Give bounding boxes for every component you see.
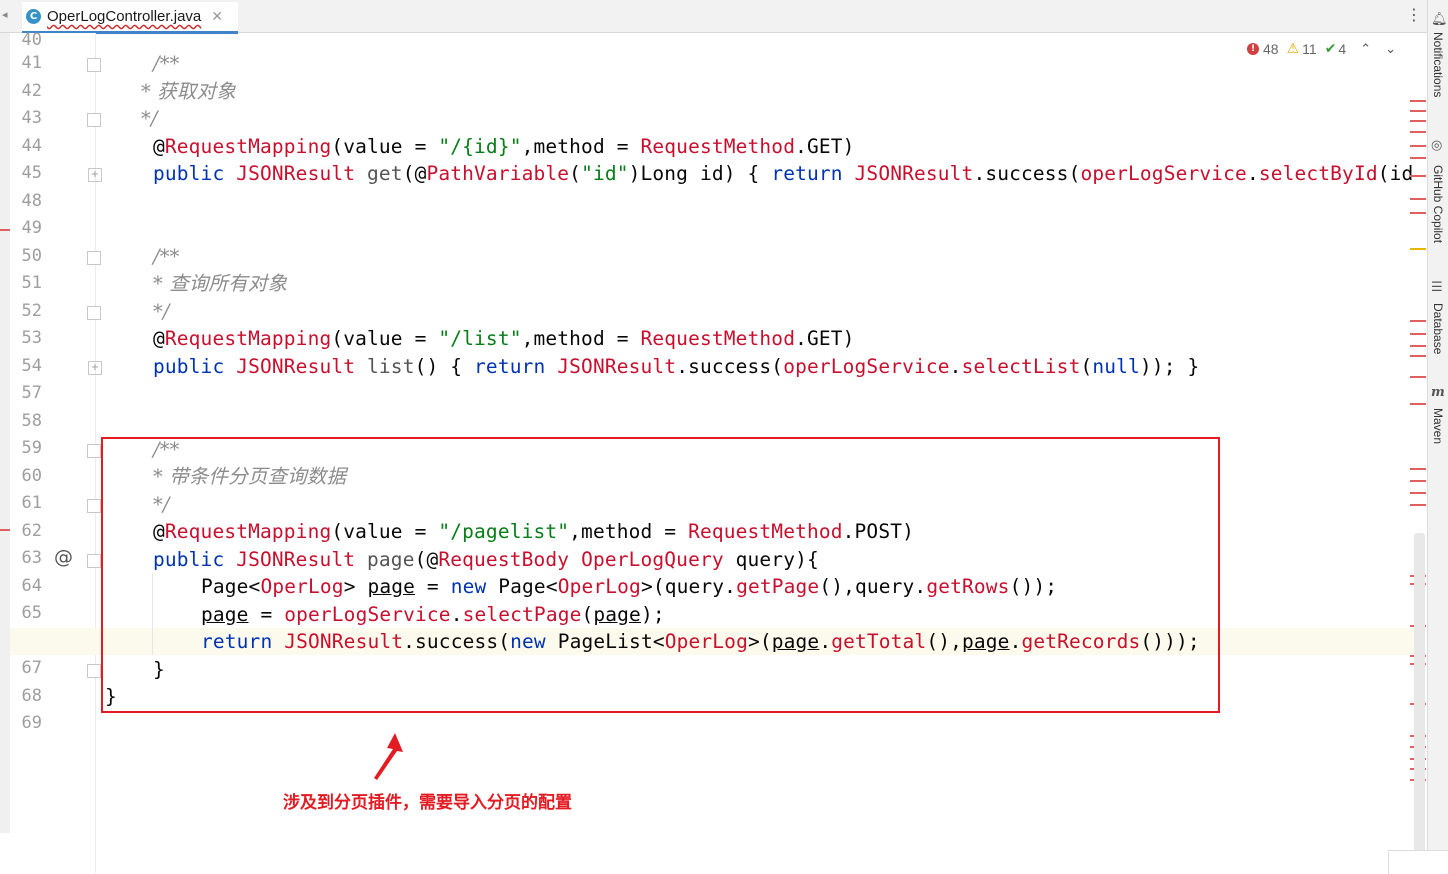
github-copilot-tool-button[interactable]: GitHub Copilot <box>1431 165 1445 243</box>
corner-panel <box>1388 850 1448 874</box>
line-number: 51 <box>21 273 42 293</box>
implements-method-icon[interactable]: @ <box>54 546 73 568</box>
line-number: 50 <box>21 246 42 266</box>
error-stripe-mark[interactable] <box>1410 468 1426 470</box>
error-stripe-mark[interactable] <box>1410 320 1426 322</box>
error-stripe-mark[interactable] <box>1410 145 1426 147</box>
annotation-text: 涉及到分页插件，需要导入分页的配置 <box>283 793 572 813</box>
warning-count: 11 <box>1302 41 1317 57</box>
line-number: 61 <box>21 493 42 513</box>
line-number: 44 <box>21 136 42 156</box>
line-number: 41 <box>21 53 42 73</box>
line-number: 45 <box>21 163 42 183</box>
error-stripe-mark[interactable] <box>1410 403 1426 405</box>
fold-toggle-icon[interactable] <box>87 306 101 320</box>
expand-fold-icon[interactable]: + <box>88 361 102 375</box>
editor-tab-bar: ◂ C OperLogController.java ✕ ⋮ <box>0 0 1448 34</box>
error-stripe-mark[interactable] <box>1410 345 1426 347</box>
line-number: 43 <box>21 108 42 128</box>
error-count: 48 <box>1263 41 1279 57</box>
error-stripe-mark[interactable] <box>1410 100 1426 102</box>
database-icon: ☰ <box>1431 280 1443 295</box>
maven-icon: m <box>1431 385 1445 400</box>
error-icon: ! <box>1247 43 1259 55</box>
next-highlight-icon[interactable]: ⌄ <box>1385 42 1396 57</box>
bell-icon: 🔔︎ <box>1431 12 1448 27</box>
line-number: 64 <box>21 576 42 596</box>
error-marker <box>0 229 10 231</box>
error-stripe-mark[interactable] <box>1410 333 1426 335</box>
line-number: 54 <box>21 356 42 376</box>
warning-stripe-mark[interactable] <box>1410 248 1426 250</box>
code-line-45[interactable]: public JSONResult get(@PathVariable("id"… <box>153 160 1413 187</box>
warning-icon: ⚠ <box>1286 41 1300 57</box>
tab-operlogcontroller[interactable]: C OperLogController.java ✕ <box>22 2 238 34</box>
close-icon[interactable]: ✕ <box>211 9 223 25</box>
more-options-icon[interactable]: ⋮ <box>1406 5 1422 24</box>
line-number: 59 <box>21 438 42 458</box>
vertical-scrollbar[interactable] <box>1414 533 1425 873</box>
line-number: 49 <box>21 218 42 238</box>
error-stripe-mark[interactable] <box>1410 157 1426 159</box>
line-number: 57 <box>21 383 42 403</box>
check-icon: ✔ <box>1324 41 1337 57</box>
code-line-43[interactable]: */ <box>141 105 158 132</box>
maven-tool-button[interactable]: Maven <box>1431 408 1445 444</box>
code-line-42[interactable]: * 获取对象 <box>141 78 236 105</box>
error-stripe-mark[interactable] <box>1410 110 1426 112</box>
line-number: 67 <box>21 658 42 678</box>
error-stripe-mark[interactable] <box>1410 120 1426 122</box>
code-line-54[interactable]: public JSONResult list() { return JSONRe… <box>153 353 1199 380</box>
line-number: 69 <box>21 713 42 733</box>
error-stripe-mark[interactable] <box>1410 131 1426 133</box>
error-stripe-mark[interactable] <box>1410 480 1426 482</box>
annotation-highlight-box <box>101 437 1220 713</box>
tab-scroll-left-icon[interactable]: ◂ <box>2 8 8 21</box>
code-line-41[interactable]: /** <box>153 50 180 77</box>
fold-toggle-icon[interactable] <box>87 251 101 265</box>
error-stripe-mark[interactable] <box>1410 504 1426 506</box>
fold-toggle-icon[interactable] <box>87 499 101 513</box>
line-number: 52 <box>21 301 42 321</box>
tab-title: OperLogController.java <box>47 8 202 25</box>
error-stripe-mark[interactable] <box>1410 198 1426 200</box>
line-number-gutter: 40 41 42 43 44 45 48 49 50 51 52 53 54 5… <box>10 30 129 873</box>
error-stripe-mark[interactable] <box>1410 376 1426 378</box>
inspection-widget[interactable]: ! 48 ⚠ 11 ✔ 4 ⌃ ⌄ <box>1247 40 1396 58</box>
line-number: 65 <box>21 603 42 623</box>
fold-toggle-icon[interactable] <box>87 113 101 127</box>
error-stripe-mark[interactable] <box>1410 355 1426 357</box>
line-number: 42 <box>21 81 42 101</box>
notifications-tool-button[interactable]: Notifications <box>1431 32 1445 97</box>
java-class-icon: C <box>26 9 41 24</box>
line-number: 53 <box>21 328 42 348</box>
line-number: 62 <box>21 521 42 541</box>
line-number: 58 <box>21 411 42 431</box>
fold-toggle-icon[interactable] <box>87 58 101 72</box>
code-line-51[interactable]: * 查询所有对象 <box>153 270 287 297</box>
line-number: 60 <box>21 466 42 486</box>
line-number: 48 <box>21 191 42 211</box>
error-marker <box>0 529 10 531</box>
code-line-53[interactable]: @RequestMapping(value = "/list",method =… <box>153 325 855 352</box>
code-line-52[interactable]: */ <box>153 298 170 325</box>
error-stripe-mark[interactable] <box>1410 212 1426 214</box>
code-line-44[interactable]: @RequestMapping(value = "/{id}",method =… <box>153 133 855 160</box>
error-stripe-mark[interactable] <box>1410 492 1426 494</box>
fold-toggle-icon[interactable] <box>87 664 101 678</box>
expand-fold-icon[interactable]: + <box>88 168 102 182</box>
copilot-icon: ◎ <box>1431 138 1443 153</box>
fold-toggle-icon[interactable] <box>87 554 101 568</box>
annotation-arrow-icon <box>374 733 403 780</box>
line-number: 63 <box>21 548 42 568</box>
check-count: 4 <box>1338 41 1347 57</box>
line-number: 68 <box>21 686 42 706</box>
fold-toggle-icon[interactable] <box>87 444 101 458</box>
error-stripe-mark[interactable] <box>1410 175 1426 177</box>
previous-highlight-icon[interactable]: ⌃ <box>1360 42 1371 57</box>
database-tool-button[interactable]: Database <box>1431 303 1445 354</box>
code-line-50[interactable]: /** <box>153 243 180 270</box>
